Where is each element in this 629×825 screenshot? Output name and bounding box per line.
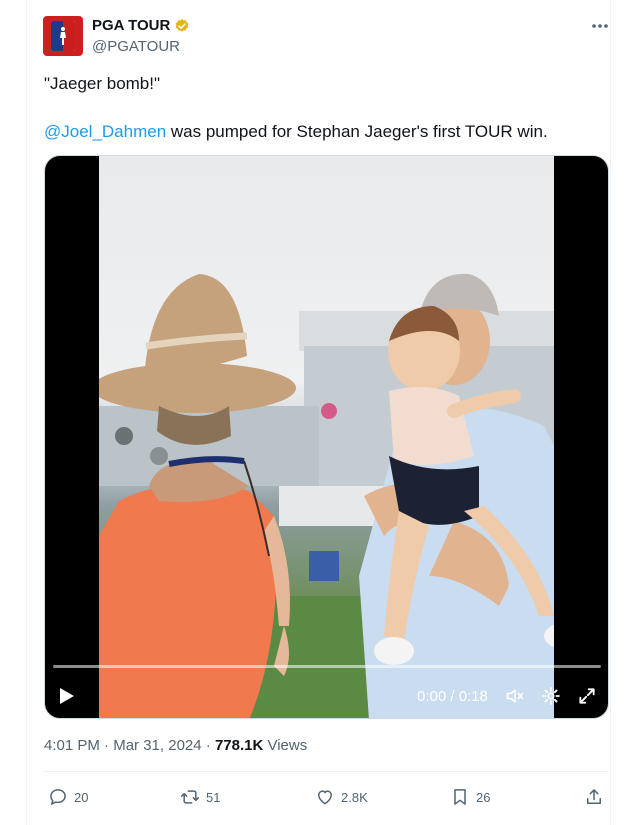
bookmark-count: 26	[476, 789, 491, 805]
share-button[interactable]	[584, 782, 604, 812]
tweet-text-body: was pumped for Stephan Jaeger's first TO…	[166, 122, 548, 141]
like-count: 2.8K	[341, 789, 368, 805]
action-bar: 20 51 2.8K 26	[0, 782, 629, 812]
verified-badge-icon	[176, 18, 189, 32]
play-icon[interactable]	[59, 687, 75, 705]
reply-button[interactable]: 20	[48, 782, 88, 812]
video-player[interactable]: 0:00 / 0:18	[44, 155, 609, 719]
views-label: Views	[263, 737, 308, 754]
repost-button[interactable]: 51	[180, 782, 220, 812]
volume-muted-icon[interactable]	[505, 686, 525, 706]
tweet-text-line2: @Joel_Dahmen was pumped for Stephan Jaeg…	[44, 120, 604, 144]
views-count: 778.1K	[214, 737, 264, 754]
reply-count: 20	[74, 789, 89, 805]
meta-separator: ·	[99, 737, 114, 754]
tweet-text-line1: "Jaeger bomb!"	[44, 74, 161, 93]
bookmark-icon	[454, 789, 466, 805]
tweet-date[interactable]: Mar 31, 2024	[113, 737, 201, 754]
meta-separator: ·	[201, 737, 215, 754]
like-button[interactable]: 2.8K	[315, 782, 368, 812]
tweet-metadata: 4:01 PM · Mar 31, 2024 · 778.1K Views	[44, 737, 307, 754]
share-icon	[587, 789, 601, 804]
bookmark-button[interactable]: 26	[450, 782, 490, 812]
video-frame[interactable]	[99, 156, 554, 718]
heart-icon	[318, 790, 332, 805]
repost-count: 51	[206, 789, 221, 805]
settings-gear-icon[interactable]	[541, 686, 561, 706]
tweet-text: "Jaeger bomb!" @Joel_Dahmen was pumped f…	[44, 72, 604, 144]
mention-link[interactable]: @Joel_Dahmen	[44, 122, 166, 141]
pga-tour-logo-icon	[51, 21, 75, 51]
divider	[44, 771, 608, 772]
more-options-icon[interactable]	[588, 16, 612, 36]
video-progress-bar[interactable]	[53, 665, 601, 668]
avatar[interactable]	[43, 16, 83, 56]
video-time: 0:00 / 0:18	[417, 688, 488, 705]
reply-icon	[50, 789, 66, 805]
display-name[interactable]: PGA TOUR	[92, 17, 170, 34]
video-controls: 0:00 / 0:18	[45, 676, 608, 716]
fullscreen-icon[interactable]	[577, 686, 597, 706]
user-handle[interactable]: @PGATOUR	[92, 38, 180, 55]
tweet-time[interactable]: 4:01 PM	[44, 737, 100, 754]
repost-icon	[180, 790, 200, 804]
author-name-row[interactable]: PGA TOUR	[92, 17, 190, 34]
